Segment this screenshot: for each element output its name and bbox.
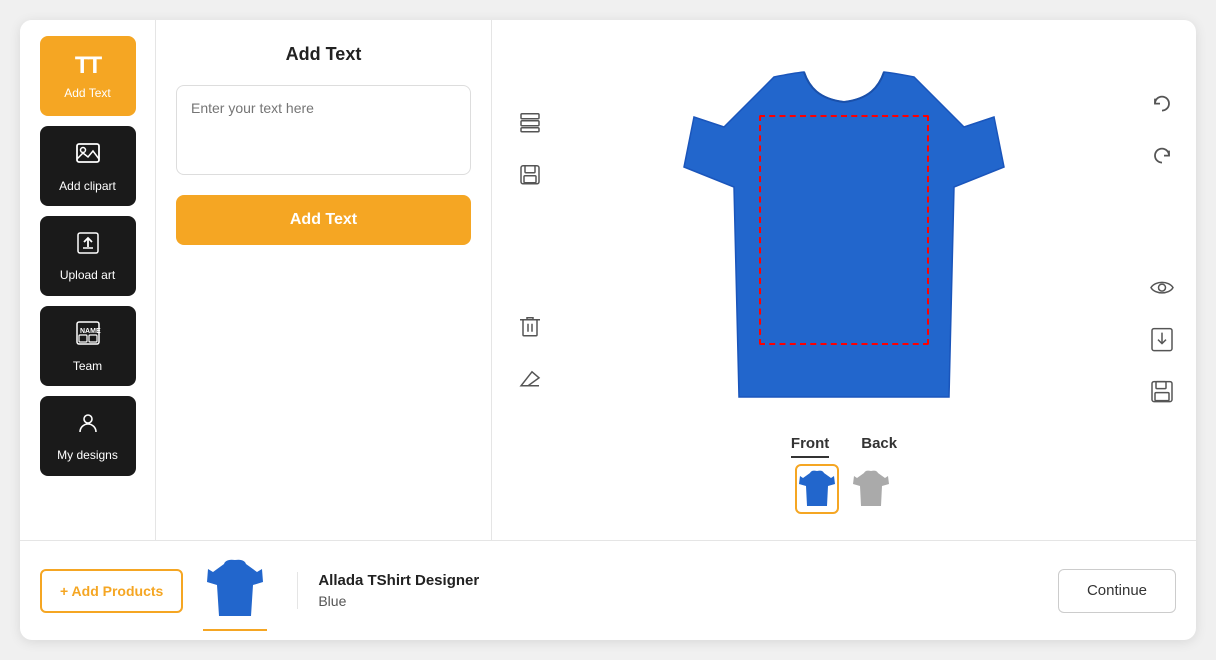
tab-back[interactable]: Back <box>861 435 897 458</box>
tshirt-svg <box>674 47 1014 427</box>
add-text-button[interactable]: Add Text <box>176 195 471 245</box>
sidebar-item-team[interactable]: NAME Team <box>40 306 136 386</box>
sidebar-item-add-clipart[interactable]: Add clipart <box>40 126 136 206</box>
product-name: Allada TShirt Designer <box>318 572 1038 589</box>
add-products-button[interactable]: + Add Products <box>40 569 183 613</box>
sidebar-item-upload-art[interactable]: Upload art <box>40 216 136 296</box>
add-clipart-icon <box>74 139 102 173</box>
color-gray-thumb[interactable] <box>849 464 893 514</box>
upload-art-icon <box>75 230 101 262</box>
product-info: Allada TShirt Designer Blue <box>297 572 1038 609</box>
top-section: TT Add Text Add clipart <box>20 20 1196 540</box>
save-right-button[interactable] <box>1144 374 1180 410</box>
sidebar-item-my-designs[interactable]: My designs <box>40 396 136 476</box>
team-icon: NAME <box>74 319 102 353</box>
bottom-bar: + Add Products Allada TShirt Designer Bl… <box>20 540 1196 640</box>
product-color: Blue <box>318 593 1038 609</box>
undo-button[interactable] <box>1144 86 1180 122</box>
sidebar: TT Add Text Add clipart <box>20 20 156 540</box>
tshirt-container <box>674 47 1014 427</box>
download-button[interactable] <box>1144 322 1180 358</box>
continue-button[interactable]: Continue <box>1058 569 1176 613</box>
sidebar-item-label: Add Text <box>64 86 110 100</box>
sidebar-item-label: Add clipart <box>59 179 116 193</box>
panel-title: Add Text <box>286 44 362 65</box>
sidebar-item-label: Upload art <box>60 268 115 282</box>
delete-button[interactable] <box>512 309 548 345</box>
my-designs-icon <box>75 410 101 442</box>
redo-button[interactable] <box>1144 138 1180 174</box>
thumb-blue-tshirt <box>799 468 835 510</box>
color-thumbnails <box>795 464 893 514</box>
erase-button[interactable] <box>512 361 548 397</box>
svg-text:NAME: NAME <box>80 328 101 335</box>
product-thumb-svg <box>207 556 263 624</box>
main-container: TT Add Text Add clipart <box>20 20 1196 640</box>
tab-front[interactable]: Front <box>791 435 829 458</box>
canvas-area: Front Back <box>492 20 1196 540</box>
canvas-tools-right <box>1144 86 1180 410</box>
view-tabs: Front Back <box>791 435 897 458</box>
save-layers-button[interactable] <box>512 157 548 193</box>
thumb-gray-tshirt <box>853 468 889 510</box>
sidebar-item-label: Team <box>73 359 102 373</box>
view-button[interactable] <box>1144 270 1180 306</box>
sidebar-item-add-text[interactable]: TT Add Text <box>40 36 136 116</box>
sidebar-item-label: My designs <box>57 448 118 462</box>
canvas-tools-left <box>512 105 548 397</box>
product-thumbnail <box>203 551 267 631</box>
color-blue-thumb[interactable] <box>795 464 839 514</box>
middle-panel: Add Text Add Text <box>156 20 492 540</box>
add-text-icon: TT <box>75 52 100 80</box>
layers-button[interactable] <box>512 105 548 141</box>
text-input[interactable] <box>176 85 471 175</box>
